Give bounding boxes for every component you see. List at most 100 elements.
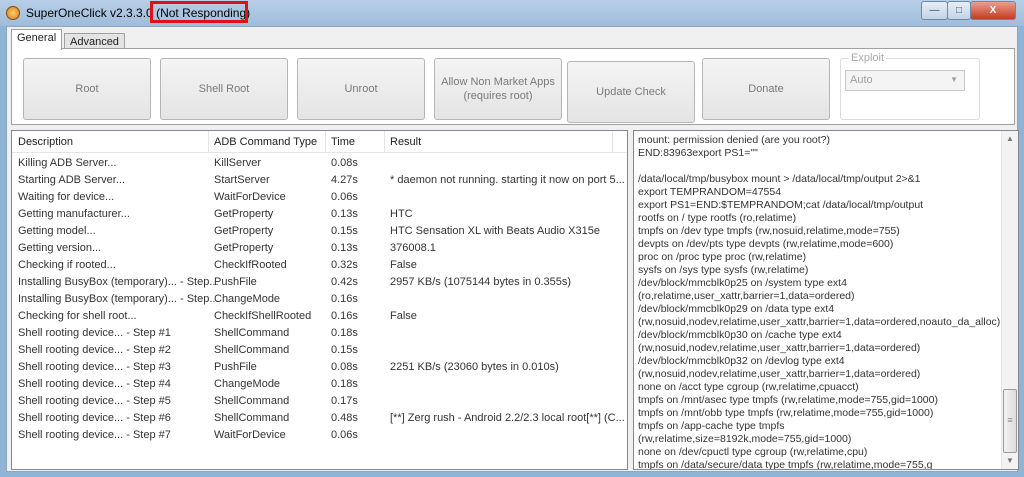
app-title: SuperOneClick v2.3.3.0 xyxy=(26,6,153,20)
donate-button[interactable]: Donate xyxy=(702,58,830,120)
cell-command-type: ShellCommand xyxy=(214,327,290,339)
cell-time: 0.08s xyxy=(331,157,358,169)
cell-time: 0.18s xyxy=(331,327,358,339)
table-row[interactable]: Shell rooting device... - Step #7 WaitFor… xyxy=(12,427,627,444)
cell-command-type: StartServer xyxy=(214,174,270,186)
cell-description: Installing BusyBox (temporary)... - Step… xyxy=(18,276,219,288)
scroll-up-icon[interactable]: ▲ xyxy=(1002,131,1018,147)
minimize-button[interactable]: — xyxy=(921,1,948,20)
cell-result: False xyxy=(390,259,417,271)
cell-time: 0.16s xyxy=(331,293,358,305)
column-result[interactable]: Result xyxy=(390,136,421,148)
cell-result: False xyxy=(390,310,417,322)
table-row[interactable]: Shell rooting device... - Step #3 PushFil… xyxy=(12,359,627,376)
column-time[interactable]: Time xyxy=(331,136,355,148)
cell-description: Shell rooting device... - Step #1 xyxy=(18,327,171,339)
log-scrollbar[interactable]: ▲ ≡ ▼ xyxy=(1001,131,1018,469)
column-adb-command-type[interactable]: ADB Command Type xyxy=(214,136,317,148)
cell-time: 4.27s xyxy=(331,174,358,186)
cell-command-type: ChangeMode xyxy=(214,378,281,390)
table-row[interactable]: Shell rooting device... - Step #6 ShellCo… xyxy=(12,410,627,427)
cell-description: Shell rooting device... - Step #3 xyxy=(18,361,171,373)
general-tab-page: Root Shell Root Unroot Allow Non Market … xyxy=(11,48,1015,125)
output-log[interactable]: mount: permission denied (are you root?)… xyxy=(633,130,1019,470)
table-row[interactable]: Installing BusyBox (temporary)... - Step… xyxy=(12,274,627,291)
exploit-value: Auto xyxy=(850,74,873,86)
table-row[interactable]: Shell rooting device... - Step #5 ShellCo… xyxy=(12,393,627,410)
button-label: Allow Non Market Apps xyxy=(441,76,555,88)
list-header: Description ADB Command Type Time Result xyxy=(12,131,627,153)
table-row[interactable]: Starting ADB Server... StartServer 4.27s * … xyxy=(12,172,627,189)
cell-result: HTC xyxy=(390,208,413,220)
cell-command-type: GetProperty xyxy=(214,225,274,237)
table-row[interactable]: Checking if rooted... CheckIfRooted 0.32s F… xyxy=(12,257,627,274)
cell-description: Getting model... xyxy=(18,225,96,237)
cell-description: Waiting for device... xyxy=(18,191,115,203)
table-row[interactable]: Getting manufacturer... GetProperty 0.13s H… xyxy=(12,206,627,223)
cell-command-type: CheckIfShellRooted xyxy=(214,310,312,322)
exploit-select[interactable]: Auto ▼ xyxy=(845,70,965,91)
cell-command-type: WaitForDevice xyxy=(214,429,286,441)
cell-description: Installing BusyBox (temporary)... - Step… xyxy=(18,293,219,305)
cell-command-type: ShellCommand xyxy=(214,395,290,407)
cell-command-type: ShellCommand xyxy=(214,412,290,424)
cell-result: HTC Sensation XL with Beats Audio X315e xyxy=(390,225,600,237)
exploit-label: Exploit xyxy=(849,52,887,64)
cell-command-type: ChangeMode xyxy=(214,293,281,305)
cell-time: 0.16s xyxy=(331,310,358,322)
cell-command-type: GetProperty xyxy=(214,208,274,220)
cell-time: 0.42s xyxy=(331,276,358,288)
column-description[interactable]: Description xyxy=(18,136,73,148)
main-window: General Advanced Root Shell Root Unroot … xyxy=(6,26,1019,472)
table-row[interactable]: Getting version... GetProperty 0.13s 376008… xyxy=(12,240,627,257)
button-sublabel: (requires root) xyxy=(463,90,533,102)
maximize-button[interactable]: □ xyxy=(947,1,971,20)
table-row[interactable]: Killing ADB Server... KillServer 0.08s xyxy=(12,155,627,172)
root-button[interactable]: Root xyxy=(23,58,151,120)
chevron-down-icon: ▼ xyxy=(950,75,958,84)
cell-description: Getting version... xyxy=(18,242,102,254)
cell-time: 0.32s xyxy=(331,259,358,271)
cell-time: 0.13s xyxy=(331,242,358,254)
cell-time: 0.06s xyxy=(331,191,358,203)
table-row[interactable]: Shell rooting device... - Step #2 ShellCo… xyxy=(12,342,627,359)
cell-time: 0.15s xyxy=(331,344,358,356)
table-row[interactable]: Getting model... GetProperty 0.15s HTC Sens… xyxy=(12,223,627,240)
cell-command-type: PushFile xyxy=(214,361,257,373)
cell-description: Shell rooting device... - Step #2 xyxy=(18,344,171,356)
scroll-down-icon[interactable]: ▼ xyxy=(1002,453,1018,469)
cell-result: 2957 KB/s (1075144 bytes in 0.355s) xyxy=(390,276,572,288)
cell-description: Killing ADB Server... xyxy=(18,157,117,169)
cell-time: 0.15s xyxy=(331,225,358,237)
table-row[interactable]: Installing BusyBox (temporary)... - Step… xyxy=(12,291,627,308)
cell-command-type: GetProperty xyxy=(214,242,274,254)
close-button[interactable]: X xyxy=(970,1,1016,20)
table-row[interactable]: Waiting for device... WaitForDevice 0.06s xyxy=(12,189,627,206)
app-icon xyxy=(6,6,20,20)
allow-non-market-apps-button[interactable]: Allow Non Market Apps (requires root) xyxy=(434,58,562,120)
cell-command-type: ShellCommand xyxy=(214,344,290,356)
table-row[interactable]: Shell rooting device... - Step #4 ChangeM… xyxy=(12,376,627,393)
cell-time: 0.13s xyxy=(331,208,358,220)
cell-description: Shell rooting device... - Step #7 xyxy=(18,429,171,441)
update-check-button[interactable]: Update Check xyxy=(567,61,695,123)
table-row[interactable]: Checking for shell root... CheckIfShellRo… xyxy=(12,308,627,325)
cell-command-type: CheckIfRooted xyxy=(214,259,287,271)
not-responding-highlight xyxy=(150,1,248,23)
cell-description: Shell rooting device... - Step #6 xyxy=(18,412,171,424)
cell-result: 2251 KB/s (23060 bytes in 0.010s) xyxy=(390,361,559,373)
command-list[interactable]: Description ADB Command Type Time Result… xyxy=(11,130,628,470)
tab-general[interactable]: General xyxy=(11,29,63,50)
cell-description: Shell rooting device... - Step #5 xyxy=(18,395,171,407)
cell-result: 376008.1 xyxy=(390,242,436,254)
cell-description: Checking for shell root... xyxy=(18,310,137,322)
cell-command-type: PushFile xyxy=(214,276,257,288)
shell-root-button[interactable]: Shell Root xyxy=(160,58,288,120)
scroll-thumb[interactable]: ≡ xyxy=(1003,389,1017,453)
cell-description: Shell rooting device... - Step #4 xyxy=(18,378,171,390)
cell-time: 0.17s xyxy=(331,395,358,407)
cell-time: 0.08s xyxy=(331,361,358,373)
unroot-button[interactable]: Unroot xyxy=(297,58,425,120)
table-row[interactable]: Shell rooting device... - Step #1 ShellCo… xyxy=(12,325,627,342)
title-bar: SuperOneClick v2.3.3.0 (Not Responding) … xyxy=(0,0,1024,26)
